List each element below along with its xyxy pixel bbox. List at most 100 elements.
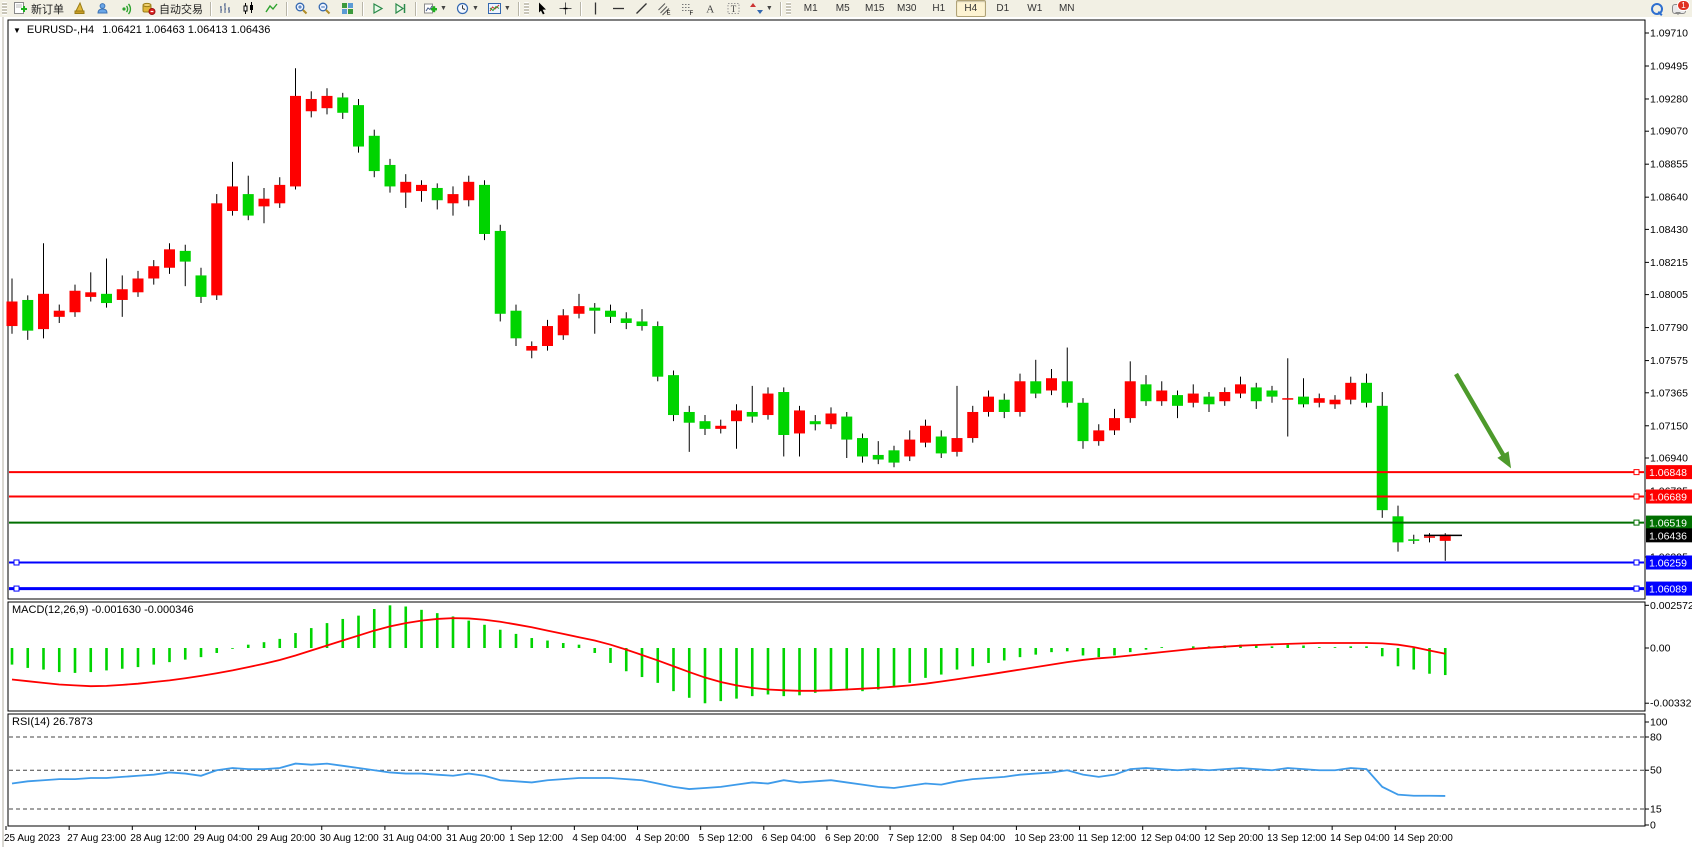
cursor-icon <box>535 1 550 16</box>
main-price-pane[interactable] <box>8 20 1645 599</box>
time-axis-label: 30 Aug 12:00 <box>320 833 379 844</box>
fibo-channel-button[interactable]: F <box>676 0 699 18</box>
time-axis-label: 8 Sep 04:00 <box>951 833 1005 844</box>
line-handle[interactable] <box>1634 586 1639 591</box>
cursor-button[interactable] <box>531 0 554 18</box>
candle-body <box>731 410 742 421</box>
add-indicator-button[interactable]: ▼ <box>419 0 451 18</box>
strategy-tester-button[interactable] <box>366 0 389 18</box>
price-tick-label: 1.09495 <box>1650 60 1688 72</box>
price-tick-label: 1.08005 <box>1650 289 1688 301</box>
period-clock-button[interactable]: ▼ <box>451 0 483 18</box>
timeframe-w1-button[interactable]: W1 <box>1020 0 1050 17</box>
add-indicator-dropdown-icon[interactable]: ▼ <box>440 5 447 12</box>
autotrading-icon <box>141 1 156 16</box>
line-handle[interactable] <box>14 586 19 591</box>
candle-body <box>1204 397 1215 405</box>
chart-bars-button[interactable] <box>214 0 237 18</box>
new-order-label: 新订单 <box>31 1 64 17</box>
candle-body <box>1361 383 1372 403</box>
candle-body <box>479 185 490 234</box>
line-handle[interactable] <box>1634 470 1639 475</box>
candle-body <box>1251 387 1262 401</box>
timeframe-mn-button[interactable]: MN <box>1052 0 1082 17</box>
chart-window[interactable]: 1.097101.094951.092801.090701.088551.086… <box>0 17 1692 849</box>
fibo-equidistant-icon: E <box>657 1 672 16</box>
candle-body <box>211 203 222 295</box>
timeframe-h1-button[interactable]: H1 <box>924 0 954 17</box>
fibo-equidistant-button[interactable]: E <box>653 0 676 18</box>
signals-button[interactable] <box>114 0 137 18</box>
candle-body <box>810 421 821 424</box>
text-button[interactable]: A <box>699 0 722 18</box>
zoom-in-icon <box>294 1 309 16</box>
zoom-in-button[interactable] <box>290 0 313 18</box>
period-clock-dropdown-icon[interactable]: ▼ <box>472 5 479 12</box>
time-axis-label: 14 Sep 20:00 <box>1393 833 1453 844</box>
line-handle[interactable] <box>1634 494 1639 499</box>
vline-button[interactable] <box>584 0 607 18</box>
hline-button[interactable] <box>607 0 630 18</box>
time-axis-label: 14 Sep 04:00 <box>1330 833 1390 844</box>
autotrading-button[interactable]: 自动交易 <box>137 0 207 18</box>
line-handle[interactable] <box>1634 520 1639 525</box>
candle-body <box>841 417 852 440</box>
candle-body <box>1219 392 1230 401</box>
styler-button[interactable] <box>68 0 91 18</box>
candle-body <box>7 302 18 327</box>
candle-body <box>432 188 443 200</box>
macd-pane[interactable] <box>8 602 1645 711</box>
arrow-objects-dropdown-icon[interactable]: ▼ <box>766 5 773 12</box>
candle-body <box>416 185 427 191</box>
text-label-button[interactable]: T <box>722 0 745 18</box>
chart-line-button[interactable] <box>260 0 283 18</box>
candle-body <box>763 394 774 415</box>
timeframe-m30-button[interactable]: M30 <box>892 0 922 17</box>
template-chart-dropdown-icon[interactable]: ▼ <box>504 5 511 12</box>
arrow-objects-button[interactable]: ▼ <box>745 0 777 18</box>
price-tick-label: 1.07365 <box>1650 387 1688 399</box>
candle-body <box>700 421 711 429</box>
template-chart-button[interactable]: ▼ <box>483 0 515 18</box>
new-order-button[interactable]: 新订单 <box>9 0 68 18</box>
candle-body <box>259 199 270 207</box>
candle-body <box>290 96 301 187</box>
trendline-button[interactable] <box>630 0 653 18</box>
chart-candles-button[interactable] <box>237 0 260 18</box>
toolbar-grip[interactable] <box>2 2 7 15</box>
timeframe-m15-button[interactable]: M15 <box>860 0 890 17</box>
crosshair-button[interactable] <box>554 0 577 18</box>
toolbar-grip[interactable] <box>524 2 529 15</box>
timeframe-d1-button[interactable]: D1 <box>988 0 1018 17</box>
price-tick-label: 1.09070 <box>1650 126 1688 138</box>
price-tick-label: 1.07790 <box>1650 322 1688 334</box>
timeframe-h4-button[interactable]: H4 <box>956 0 986 17</box>
tile-windows-button[interactable] <box>336 0 359 18</box>
candle-body <box>1141 384 1152 401</box>
search-icon[interactable] <box>1650 2 1664 16</box>
candle-body <box>1015 381 1026 412</box>
community-button[interactable] <box>91 0 114 18</box>
strategy-tester-icon <box>370 1 385 16</box>
line-handle[interactable] <box>1634 560 1639 565</box>
chart-canvas[interactable]: 1.097101.094951.092801.090701.088551.086… <box>0 17 1692 849</box>
candle-body <box>117 289 128 300</box>
candle-body <box>400 182 411 193</box>
svg-text:T: T <box>731 4 737 14</box>
candle-body <box>1156 390 1167 401</box>
zoom-out-button[interactable] <box>313 0 336 18</box>
candle-body <box>337 97 348 112</box>
time-axis-label: 12 Sep 04:00 <box>1141 833 1201 844</box>
candle-body <box>1330 400 1341 405</box>
timeframe-m1-button[interactable]: M1 <box>796 0 826 17</box>
candle-body <box>227 186 238 211</box>
price-tick-label: 1.07150 <box>1650 420 1688 432</box>
line-handle[interactable] <box>14 560 19 565</box>
candle-body <box>1377 406 1388 510</box>
toolbar-grip[interactable] <box>786 2 791 15</box>
price-line-badge-label: 1.06519 <box>1649 518 1687 530</box>
candle-body <box>148 266 159 278</box>
step-forward-button[interactable] <box>389 0 412 18</box>
chat-icon[interactable]: 1 <box>1672 2 1688 15</box>
timeframe-m5-button[interactable]: M5 <box>828 0 858 17</box>
